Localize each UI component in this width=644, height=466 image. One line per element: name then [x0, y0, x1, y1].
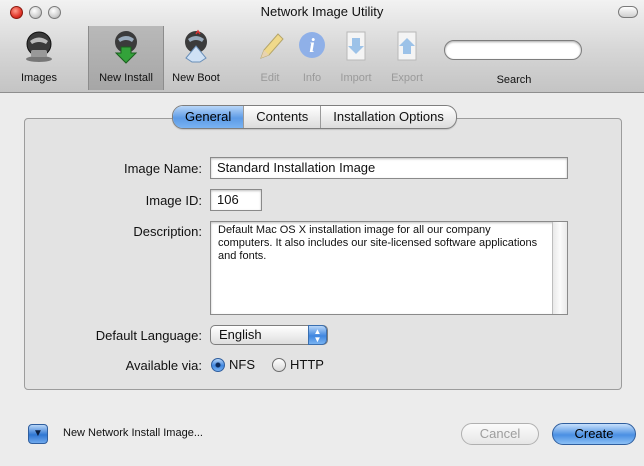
image-id-field[interactable]: 106 [210, 189, 262, 211]
tab-contents[interactable]: Contents [244, 106, 322, 128]
toolbar-info-label: Info [302, 72, 322, 84]
toolbar-images-label: Images [20, 72, 58, 84]
default-language-popup[interactable]: English ▲ ▼ [210, 325, 328, 345]
create-button[interactable]: Create [552, 423, 636, 445]
toolbar-toggle-button[interactable] [618, 6, 638, 18]
images-icon [26, 31, 52, 62]
svg-text:i: i [309, 35, 315, 57]
import-icon [346, 31, 366, 61]
new-boot-icon [185, 29, 207, 63]
window-title: Network Image Utility [260, 4, 384, 19]
search-label: Search [496, 74, 532, 86]
radio-selected-icon [211, 357, 225, 372]
status-text: New Network Install Image... [63, 427, 203, 439]
title-bar: Network Image Utility Images New Install [0, 0, 644, 93]
pencil-icon [260, 33, 284, 59]
window: Network Image Utility Images New Install [0, 0, 644, 466]
default-language-label: Default Language: [95, 328, 202, 343]
tab-general[interactable]: General [173, 106, 245, 128]
toolbar-export-label: Export [391, 72, 423, 84]
export-icon [397, 31, 417, 61]
toolbar-new-install-label: New Install [99, 72, 153, 84]
toolbar-import-button[interactable]: Import [336, 26, 376, 90]
description-scrollbar[interactable] [552, 222, 567, 314]
radio-nfs-label: NFS [229, 357, 255, 372]
toolbar-new-boot-label: New Boot [172, 72, 220, 84]
chevron-up-down-icon: ▲ ▼ [308, 325, 327, 345]
toolbar-search: Search [444, 26, 584, 90]
available-via-label: Available via: [125, 358, 202, 373]
description-label: Description: [133, 224, 202, 239]
disclosure-button[interactable]: ▼ [28, 424, 48, 444]
toolbar-edit-label: Edit [260, 72, 280, 84]
toolbar-new-boot-button[interactable]: New Boot [166, 26, 226, 90]
search-input[interactable] [444, 40, 582, 60]
tab-installation-options[interactable]: Installation Options [321, 106, 456, 128]
new-install-icon [114, 31, 138, 64]
triangle-down-icon: ▼ [33, 428, 43, 439]
image-name-label: Image Name: [123, 161, 202, 176]
radio-http[interactable]: HTTP [272, 357, 324, 372]
toolbar-import-label: Import [340, 72, 372, 84]
default-language-value: English [219, 327, 262, 342]
image-id-label: Image ID: [145, 193, 202, 208]
toolbar-new-install-button[interactable]: New Install [88, 26, 164, 90]
cancel-button[interactable]: Cancel [461, 423, 539, 445]
info-icon: i [299, 32, 325, 58]
toolbar-info-button[interactable]: i Info [292, 26, 332, 90]
tab-bar: General Contents Installation Options [172, 105, 457, 129]
description-field[interactable]: Default Mac OS X installation image for … [210, 221, 568, 315]
image-name-field[interactable]: Standard Installation Image [210, 157, 568, 179]
toolbar-images-button[interactable]: Images [14, 26, 64, 90]
toolbar-export-button[interactable]: Export [384, 26, 430, 90]
toolbar-edit-button[interactable]: Edit [250, 26, 290, 90]
description-text: Default Mac OS X installation image for … [218, 224, 538, 262]
radio-http-label: HTTP [290, 357, 324, 372]
radio-nfs[interactable]: NFS [211, 357, 255, 372]
radio-unselected-icon [272, 357, 286, 372]
